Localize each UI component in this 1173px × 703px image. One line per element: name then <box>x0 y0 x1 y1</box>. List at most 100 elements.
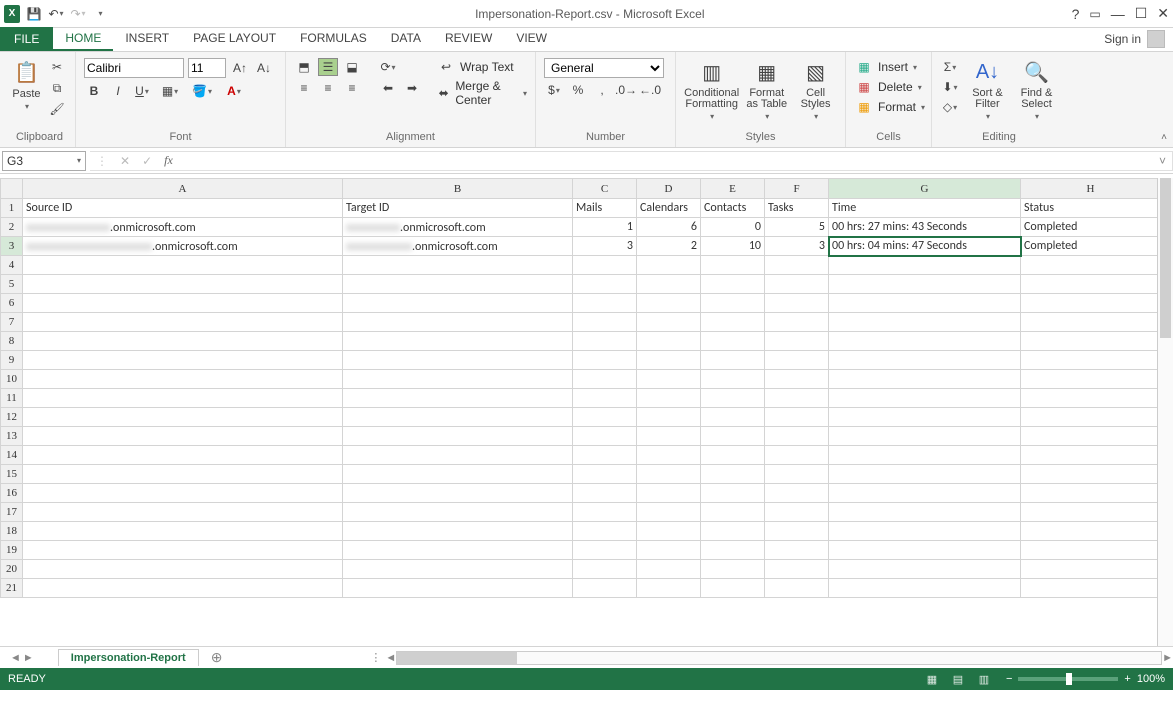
cell-C12[interactable] <box>573 408 637 427</box>
horizontal-scrollbar[interactable]: ⋮ ◄ ► <box>366 651 1173 665</box>
cell-F7[interactable] <box>765 313 829 332</box>
cell-G3[interactable]: 00 hrs: 04 mins: 47 Seconds <box>829 237 1021 256</box>
row-header-4[interactable]: 4 <box>1 256 23 275</box>
cell-F11[interactable] <box>765 389 829 408</box>
minimize-icon[interactable]: — <box>1111 6 1125 22</box>
cell-F17[interactable] <box>765 503 829 522</box>
cell-A3[interactable]: xxxxxxxxxxxxxxxxxxxxx.onmicrosoft.com <box>23 237 343 256</box>
cell-B17[interactable] <box>343 503 573 522</box>
cell-A4[interactable] <box>23 256 343 275</box>
cell-D8[interactable] <box>637 332 701 351</box>
paste-button[interactable]: 📋 Paste▾ <box>12 58 41 111</box>
cell-B7[interactable] <box>343 313 573 332</box>
cell-D1[interactable]: Calendars <box>637 199 701 218</box>
cell-C2[interactable]: 1 <box>573 218 637 237</box>
cell-D11[interactable] <box>637 389 701 408</box>
cell-B21[interactable] <box>343 579 573 598</box>
number-format-combo[interactable]: General <box>544 58 664 78</box>
row-header-20[interactable]: 20 <box>1 560 23 579</box>
cell-F18[interactable] <box>765 522 829 541</box>
cell-G1[interactable]: Time <box>829 199 1021 218</box>
cell-H12[interactable] <box>1021 408 1161 427</box>
format-cells-button[interactable]: ▦Format▾ <box>854 98 925 116</box>
accounting-format-icon[interactable]: $▾ <box>544 81 564 99</box>
cell-E12[interactable] <box>701 408 765 427</box>
cell-D12[interactable] <box>637 408 701 427</box>
ribbon-options-icon[interactable]: ▭ <box>1089 7 1100 21</box>
row-header-6[interactable]: 6 <box>1 294 23 313</box>
cell-H20[interactable] <box>1021 560 1161 579</box>
percent-format-icon[interactable]: % <box>568 81 588 99</box>
cell-H15[interactable] <box>1021 465 1161 484</box>
tab-insert[interactable]: INSERT <box>113 27 181 51</box>
expand-formula-bar-icon[interactable]: ˅ <box>1159 154 1166 168</box>
cell-C10[interactable] <box>573 370 637 389</box>
cell-D16[interactable] <box>637 484 701 503</box>
cell-F9[interactable] <box>765 351 829 370</box>
cell-D3[interactable]: 2 <box>637 237 701 256</box>
cell-C8[interactable] <box>573 332 637 351</box>
page-break-view-icon[interactable]: ▥ <box>974 672 994 686</box>
cell-H2[interactable]: Completed <box>1021 218 1161 237</box>
cell-G12[interactable] <box>829 408 1021 427</box>
cell-A16[interactable] <box>23 484 343 503</box>
cell-F21[interactable] <box>765 579 829 598</box>
cell-C17[interactable] <box>573 503 637 522</box>
collapse-ribbon-icon[interactable]: ˄ <box>1161 132 1167 143</box>
row-header-15[interactable]: 15 <box>1 465 23 484</box>
zoom-out-icon[interactable]: − <box>1006 673 1012 685</box>
cell-G4[interactable] <box>829 256 1021 275</box>
cell-G15[interactable] <box>829 465 1021 484</box>
cell-F14[interactable] <box>765 446 829 465</box>
row-header-2[interactable]: 2 <box>1 218 23 237</box>
cell-B16[interactable] <box>343 484 573 503</box>
sheet-nav-next-icon[interactable]: ► <box>23 652 34 664</box>
cell-A10[interactable] <box>23 370 343 389</box>
cell-styles-button[interactable]: ▧Cell Styles▾ <box>794 58 837 121</box>
cell-G11[interactable] <box>829 389 1021 408</box>
cell-H7[interactable] <box>1021 313 1161 332</box>
cell-E17[interactable] <box>701 503 765 522</box>
insert-cells-button[interactable]: ▦Insert▾ <box>854 58 925 76</box>
tab-home[interactable]: HOME <box>53 27 113 51</box>
align-top-icon[interactable]: ⬒ <box>294 58 314 76</box>
cell-D9[interactable] <box>637 351 701 370</box>
cell-E7[interactable] <box>701 313 765 332</box>
row-header-13[interactable]: 13 <box>1 427 23 446</box>
align-middle-icon[interactable]: ☰ <box>318 58 338 76</box>
tab-view[interactable]: VIEW <box>504 27 559 51</box>
cell-C13[interactable] <box>573 427 637 446</box>
row-header-14[interactable]: 14 <box>1 446 23 465</box>
cell-G7[interactable] <box>829 313 1021 332</box>
row-header-21[interactable]: 21 <box>1 579 23 598</box>
row-header-9[interactable]: 9 <box>1 351 23 370</box>
cell-B15[interactable] <box>343 465 573 484</box>
bold-button[interactable]: B <box>84 82 104 100</box>
cell-E16[interactable] <box>701 484 765 503</box>
cell-H4[interactable] <box>1021 256 1161 275</box>
cell-F3[interactable]: 3 <box>765 237 829 256</box>
row-header-16[interactable]: 16 <box>1 484 23 503</box>
cell-E2[interactable]: 0 <box>701 218 765 237</box>
name-box[interactable]: G3▾ <box>2 151 86 171</box>
cell-E10[interactable] <box>701 370 765 389</box>
cell-H13[interactable] <box>1021 427 1161 446</box>
cell-D20[interactable] <box>637 560 701 579</box>
maximize-icon[interactable]: ☐ <box>1135 5 1148 22</box>
cell-F10[interactable] <box>765 370 829 389</box>
cell-D10[interactable] <box>637 370 701 389</box>
cell-B3[interactable]: xxxxxxxxxxx.onmicrosoft.com <box>343 237 573 256</box>
row-header-12[interactable]: 12 <box>1 408 23 427</box>
cell-B8[interactable] <box>343 332 573 351</box>
page-layout-view-icon[interactable]: ▤ <box>948 672 968 686</box>
cell-C14[interactable] <box>573 446 637 465</box>
cell-D14[interactable] <box>637 446 701 465</box>
fill-color-button[interactable]: 🪣▾ <box>188 82 216 100</box>
cell-C16[interactable] <box>573 484 637 503</box>
row-header-19[interactable]: 19 <box>1 541 23 560</box>
decrease-indent-icon[interactable]: ⬅ <box>378 79 398 97</box>
cell-B9[interactable] <box>343 351 573 370</box>
cell-C1[interactable]: Mails <box>573 199 637 218</box>
zoom-level[interactable]: 100% <box>1137 673 1165 685</box>
cell-A12[interactable] <box>23 408 343 427</box>
